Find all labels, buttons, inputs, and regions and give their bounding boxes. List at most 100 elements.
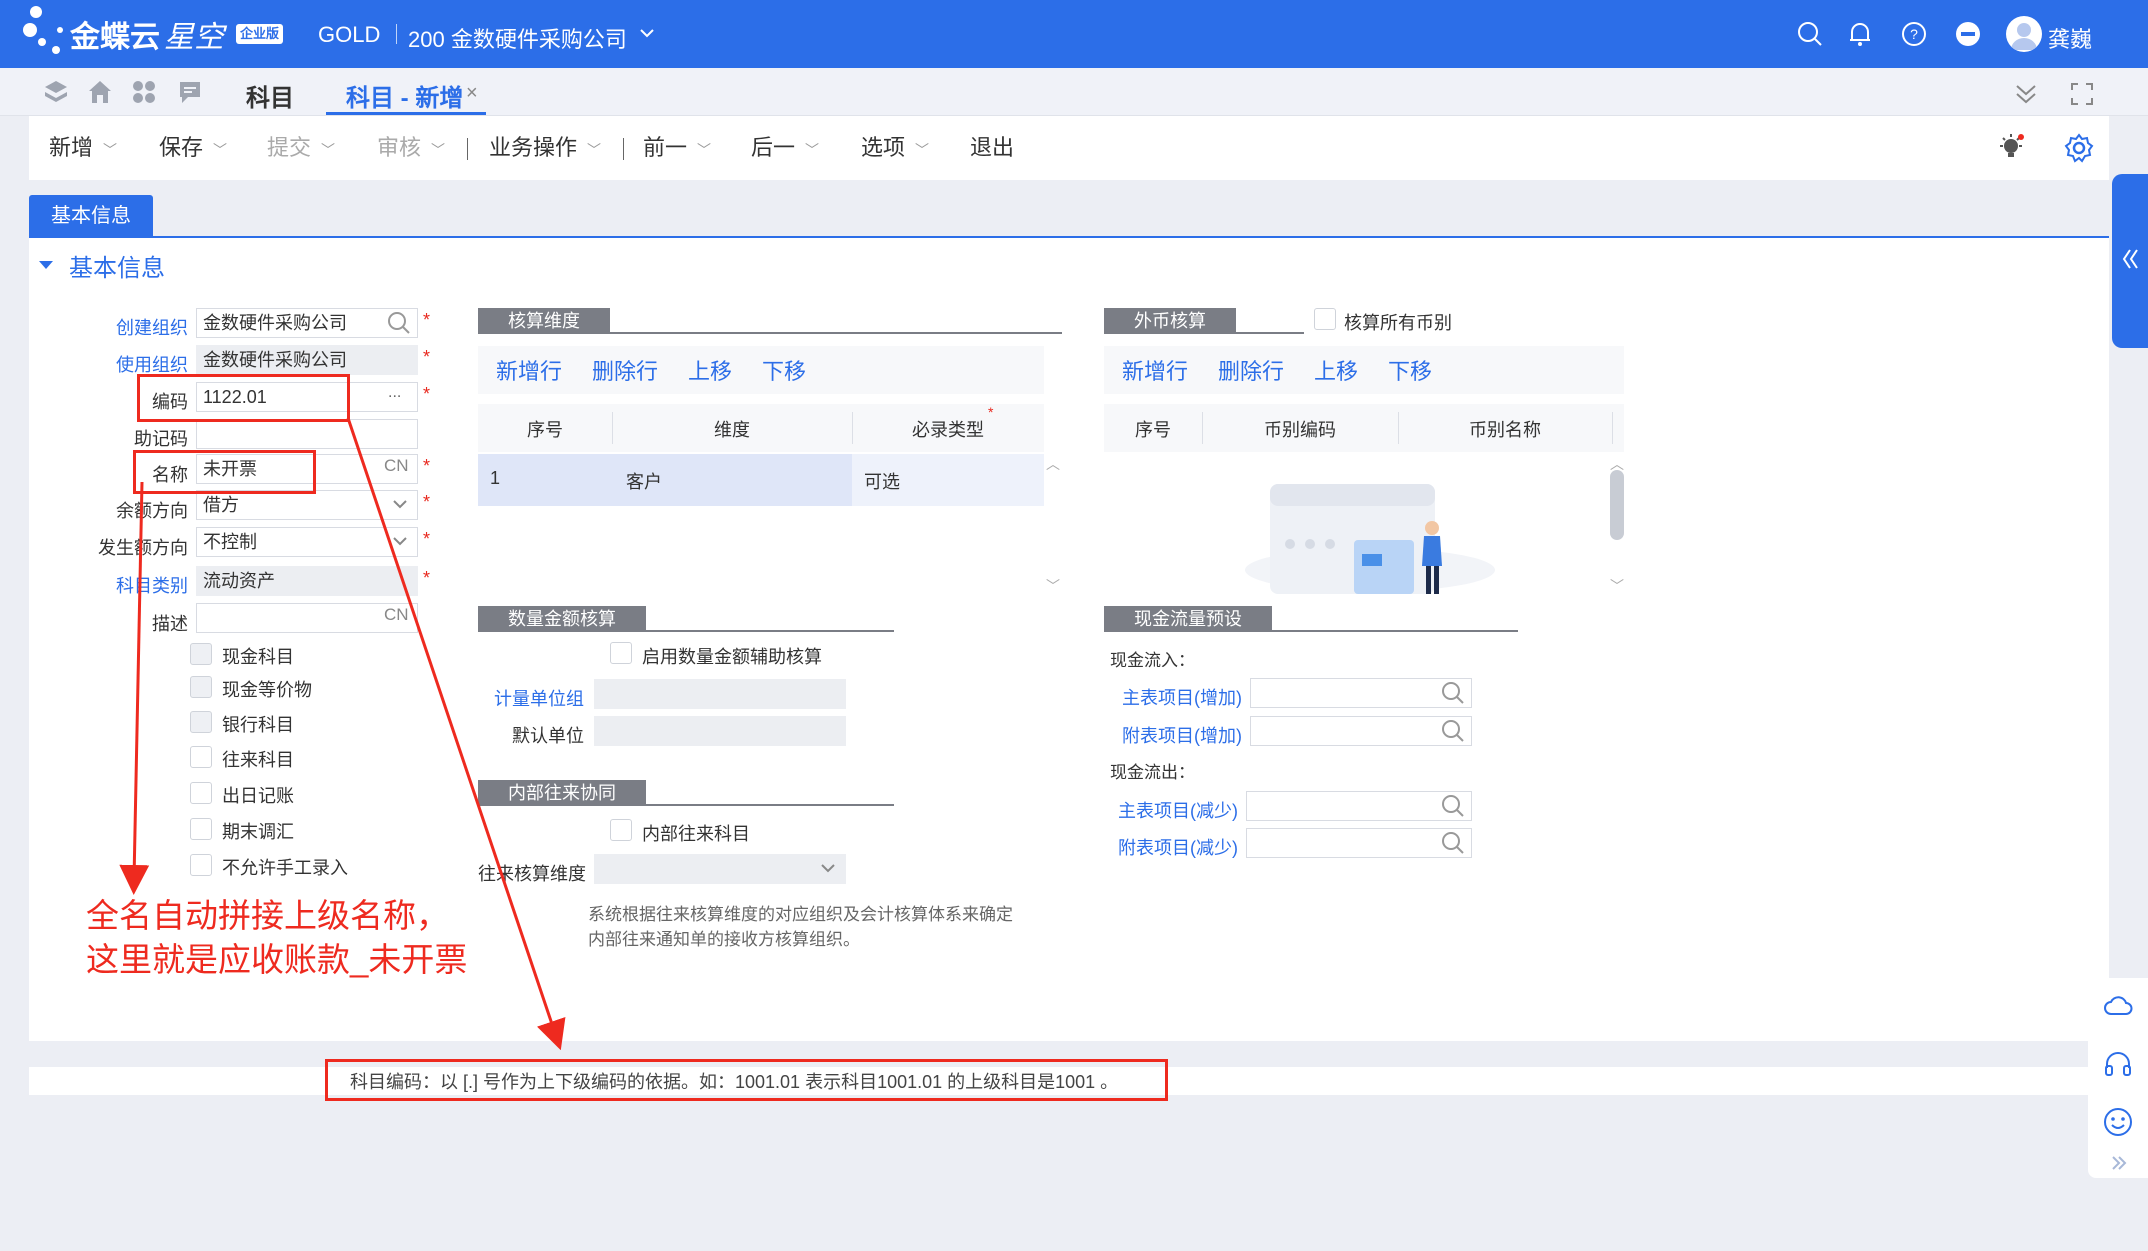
fx-add-row-button[interactable]: 新增行: [1122, 354, 1188, 386]
period-end-fx-label: 期末调汇: [222, 822, 294, 842]
all-currency-checkbox[interactable]: [1314, 308, 1336, 330]
scroll-up-icon[interactable]: ︿: [1046, 454, 1060, 474]
code-more-button[interactable]: ...: [388, 384, 401, 402]
default-unit-input[interactable]: [594, 716, 846, 746]
create-org-label: 创建组织: [116, 318, 188, 338]
scroll-down-icon[interactable]: ﹀: [1610, 576, 1624, 596]
search-icon[interactable]: [386, 310, 412, 336]
scroll-down-icon[interactable]: ﹀: [1046, 576, 1060, 596]
smiley-icon[interactable]: [2102, 1106, 2134, 1138]
search-icon[interactable]: [1440, 793, 1466, 819]
search-icon[interactable]: [1440, 680, 1466, 706]
business-ops-button[interactable]: 业务操作 ﹀: [489, 116, 601, 180]
chevron-down-icon[interactable]: [636, 22, 658, 44]
journal-checkbox[interactable]: [190, 782, 212, 804]
user-name[interactable]: 龚巍: [2048, 22, 2092, 54]
all-currency-label: 核算所有币别: [1344, 313, 1452, 333]
minus-circle-icon[interactable]: [1954, 20, 1982, 48]
mnemonic-input[interactable]: [196, 419, 418, 449]
cash-equivalent-label: 现金等价物: [222, 680, 312, 700]
side-panel-toggle[interactable]: [2112, 174, 2148, 348]
apps-grid-icon[interactable]: [130, 78, 158, 106]
close-tab-icon[interactable]: ×: [466, 82, 478, 105]
lang-tag[interactable]: CN: [384, 456, 409, 476]
name-highlight-box: [133, 450, 316, 494]
sub-item-increase-input[interactable]: [1250, 716, 1472, 746]
interco-dim-select[interactable]: [594, 854, 846, 884]
search-icon[interactable]: [1796, 20, 1824, 48]
dims-move-up-button[interactable]: 上移: [688, 354, 732, 386]
org-selector[interactable]: 200 金数硬件采购公司: [408, 22, 627, 54]
tab-account-new[interactable]: 科目 - 新增: [346, 78, 463, 113]
cash-equivalent-checkbox[interactable]: [190, 676, 212, 698]
current-account-label: 往来科目: [222, 750, 294, 770]
dims-move-down-button[interactable]: 下移: [762, 354, 806, 386]
unit-group-input[interactable]: [594, 679, 846, 709]
fullscreen-icon[interactable]: [2068, 80, 2096, 108]
chevron-down-icon[interactable]: [818, 858, 838, 878]
search-icon[interactable]: [1440, 718, 1466, 744]
annotation-line1: 全名自动拼接上级名称，: [86, 897, 449, 934]
prev-button[interactable]: 前一 ﹀: [643, 116, 711, 180]
exit-button[interactable]: 退出: [970, 116, 1014, 180]
use-org-value: 金数硬件采购公司: [196, 345, 418, 375]
current-account-checkbox[interactable]: [190, 746, 212, 768]
create-org-input[interactable]: 金数硬件采购公司: [196, 308, 418, 338]
help-icon[interactable]: ?: [1900, 20, 1928, 48]
audit-button[interactable]: 审核 ﹀: [377, 116, 445, 180]
no-manual-entry-checkbox[interactable]: [190, 854, 212, 876]
lightbulb-icon[interactable]: [1995, 132, 2027, 164]
lang-tag[interactable]: CN: [384, 605, 409, 625]
message-icon[interactable]: [176, 78, 204, 106]
main-item-decrease-input[interactable]: [1246, 791, 1472, 821]
save-button[interactable]: 保存 ﹀: [159, 116, 227, 180]
fx-move-up-button[interactable]: 上移: [1314, 354, 1358, 386]
hint-highlight-box: [325, 1059, 1168, 1101]
tab-basic-info[interactable]: 基本信息: [29, 195, 153, 238]
balance-direction-select[interactable]: 借方: [196, 490, 418, 520]
next-button[interactable]: 后一 ﹀: [751, 116, 819, 180]
table-row[interactable]: 1 客户 可选: [478, 454, 1044, 506]
chevron-down-icon[interactable]: [390, 494, 410, 514]
new-button[interactable]: 新增 ﹀: [49, 116, 117, 180]
search-icon[interactable]: [1440, 830, 1466, 856]
avatar[interactable]: [2006, 16, 2042, 52]
bank-account-checkbox[interactable]: [190, 711, 212, 733]
double-chevron-right-icon[interactable]: [2108, 1152, 2130, 1174]
bell-icon[interactable]: [1846, 20, 1874, 48]
qty-section-header: 数量金额核算: [478, 606, 894, 632]
caret-down-icon[interactable]: [37, 256, 55, 274]
period-end-fx-checkbox[interactable]: [190, 818, 212, 840]
tab-account[interactable]: 科目: [246, 78, 294, 113]
chevron-down-icon[interactable]: [390, 531, 410, 551]
cloud-icon[interactable]: [2102, 990, 2134, 1022]
occurrence-direction-select[interactable]: 不控制: [196, 527, 418, 557]
tenant-name[interactable]: GOLD: [318, 22, 380, 48]
headset-icon[interactable]: [2102, 1048, 2134, 1080]
table-cell: 1: [490, 468, 501, 488]
scrollbar-thumb[interactable]: [1610, 470, 1624, 540]
fx-move-down-button[interactable]: 下移: [1388, 354, 1432, 386]
dims-delete-row-button[interactable]: 删除行: [592, 354, 658, 386]
home-icon[interactable]: [86, 78, 114, 106]
sub-item-decrease-input[interactable]: [1246, 828, 1472, 858]
submit-button[interactable]: 提交 ﹀: [267, 116, 335, 180]
layers-icon[interactable]: [42, 78, 70, 106]
options-button[interactable]: 选项 ﹀: [861, 116, 929, 180]
required-mark: *: [988, 404, 994, 420]
cash-account-checkbox[interactable]: [190, 643, 212, 665]
interco-section-title: 内部往来协同: [478, 780, 646, 806]
collapse-down-icon[interactable]: [2012, 80, 2040, 108]
enable-qty-checkbox[interactable]: [610, 642, 632, 664]
table-cell[interactable]: 可选: [864, 468, 900, 494]
required-mark: *: [423, 310, 431, 330]
fx-delete-row-button[interactable]: 删除行: [1218, 354, 1284, 386]
balance-direction-label: 余额方向: [116, 501, 188, 521]
cash-account-label: 现金科目: [222, 647, 294, 667]
gear-icon[interactable]: [2063, 132, 2095, 164]
interco-account-checkbox[interactable]: [610, 819, 632, 841]
dims-add-row-button[interactable]: 新增行: [496, 354, 562, 386]
main-item-increase-input[interactable]: [1250, 678, 1472, 708]
brand-name: 金蝶云: [70, 21, 160, 54]
main-item-increase-label: 主表项目(增加): [1122, 688, 1242, 708]
